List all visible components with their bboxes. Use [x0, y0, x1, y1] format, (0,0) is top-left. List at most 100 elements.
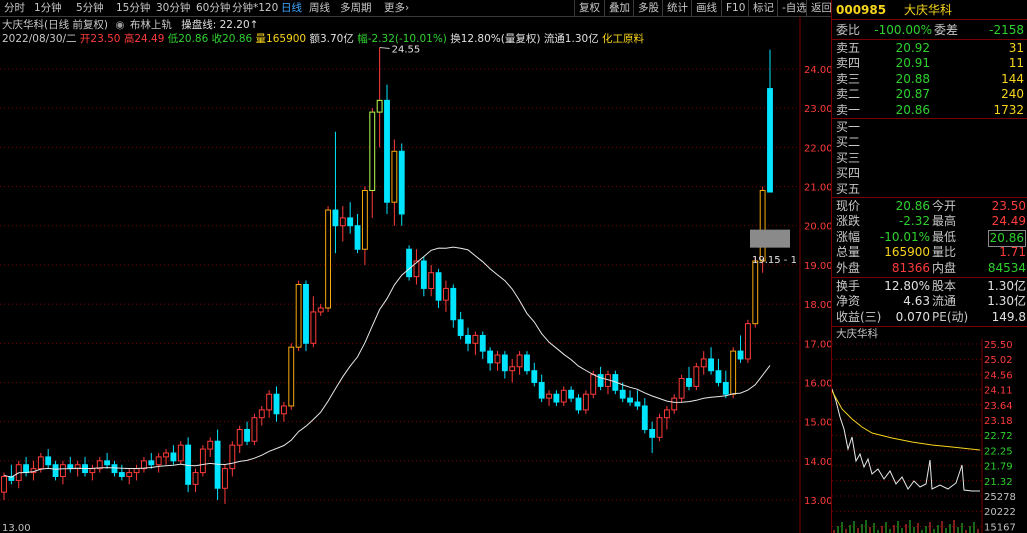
- intraday-mini-chart[interactable]: 25.50 25.02 24.56 24.11 23.64 23.18 22.72 22.25…: [832, 339, 1027, 533]
- candle-body: [118, 472, 125, 477]
- ask-row[interactable]: 卖二 20.87 240: [832, 87, 1027, 102]
- candle-body: [442, 287, 449, 301]
- candle-body: [266, 393, 273, 411]
- period-tab-10[interactable]: 更多›: [384, 1, 409, 15]
- mini-avg-line: [832, 390, 981, 451]
- candle-body: [406, 248, 413, 278]
- stat-label: 最高: [932, 214, 957, 229]
- ask-price: 20.87: [895, 87, 930, 102]
- period-tab-7[interactable]: 日线: [281, 1, 302, 15]
- candle-body: [398, 150, 405, 215]
- kline-chart-area[interactable]: 大庆华科(日线 前复权) ◉ 布林上轨 操盘线: 22.20↑ 2022/08/…: [0, 17, 831, 533]
- period-tab-4[interactable]: 30分钟: [156, 1, 190, 15]
- toolbar-button-2[interactable]: 多股: [633, 0, 663, 16]
- ask-row[interactable]: 卖一 20.86 1732: [832, 103, 1027, 118]
- stat-label: 涨幅: [836, 229, 861, 244]
- weicha-label: 委差: [934, 23, 959, 37]
- stat-label: 内盘: [932, 260, 957, 275]
- bid-row[interactable]: 买五: [832, 182, 1027, 197]
- toolbar-button-0[interactable]: 复权: [574, 0, 604, 16]
- ask-row[interactable]: 卖三 20.88 144: [832, 72, 1027, 87]
- period-tab-9[interactable]: 多周期: [340, 1, 372, 15]
- candle-body: [325, 209, 332, 309]
- mini-axis-label: 25.50: [984, 340, 1013, 351]
- stat2-label: 股本: [932, 279, 957, 293]
- stat-label: 量比: [932, 245, 957, 260]
- candle-body: [767, 88, 773, 193]
- mini-axis-label: 22.25: [984, 446, 1013, 457]
- period-tab-8[interactable]: 周线: [309, 1, 330, 15]
- bid-row[interactable]: 买三: [832, 151, 1027, 166]
- candle-body: [465, 334, 471, 344]
- bid-row[interactable]: 买一: [832, 120, 1027, 135]
- bid-label: 买四: [836, 166, 861, 181]
- kline-svg[interactable]: 24.00 23.00 22.00 21.00 20.00 19.00 18.00 17.00…: [0, 17, 831, 533]
- weibi-value: -100.00%: [874, 23, 932, 37]
- stat2-label: 流通: [932, 294, 957, 309]
- mini-axis-label: 24.56: [984, 370, 1013, 381]
- stat2-value: 149.8: [991, 309, 1026, 324]
- candle-body: [744, 323, 751, 360]
- toolbar-button-3[interactable]: 统计: [662, 0, 692, 16]
- weicha-value: -2158: [989, 23, 1024, 37]
- stat-value: -2.32: [898, 214, 930, 229]
- bid-row[interactable]: 买四: [832, 166, 1027, 181]
- mini-axis-label: 23.18: [984, 416, 1013, 427]
- toolbar-button-1[interactable]: 叠加: [604, 0, 634, 16]
- stat-row: 总量 165900 量比 1.71: [832, 245, 1027, 260]
- price-axis-label: 15.00: [804, 418, 831, 429]
- stat-value: 84534: [987, 260, 1026, 275]
- period-tab-6[interactable]: 分钟*120: [232, 1, 278, 15]
- candle-body: [126, 472, 133, 477]
- candle-body: [155, 456, 162, 466]
- candle-body: [627, 397, 633, 403]
- mini-axis-label: 21.32: [984, 477, 1013, 488]
- ask-label: 卖二: [836, 87, 861, 102]
- candle-body: [597, 374, 604, 387]
- bid-label: 买三: [836, 150, 861, 165]
- stat-value: 81366: [891, 260, 930, 275]
- candle-body: [582, 393, 589, 411]
- ask-volume: 240: [1001, 87, 1024, 102]
- weibi-row: 委比 -100.00% 委差 -2158: [832, 21, 1027, 39]
- candle-body: [686, 378, 692, 387]
- price-axis-label: 24.00: [804, 65, 831, 76]
- candle-body: [560, 389, 567, 403]
- candle-body: [708, 358, 715, 372]
- stat2-value: 0.070: [895, 309, 930, 324]
- ask-volume: 31: [1008, 41, 1024, 55]
- price-axis-label: 21.00: [804, 183, 831, 194]
- candle-body: [693, 366, 700, 387]
- stock-code: 000985: [836, 3, 887, 17]
- period-tab-2[interactable]: 5分钟: [76, 1, 104, 15]
- candle-body: [273, 393, 280, 415]
- divider: [832, 19, 1027, 20]
- price-axis-label: 23.00: [804, 104, 831, 115]
- stat-value: 1.71: [999, 245, 1026, 260]
- stat-label: 最低: [932, 229, 957, 244]
- period-tab-3[interactable]: 15分钟: [116, 1, 150, 15]
- stat-row: 涨跌 -2.32 最高 24.49: [832, 214, 1027, 229]
- candle-body: [494, 354, 501, 364]
- toolbar-button-5[interactable]: F10: [721, 0, 749, 16]
- stat-label: 现价: [836, 199, 861, 213]
- candle-body: [52, 464, 59, 477]
- bid-row[interactable]: 买二: [832, 135, 1027, 150]
- candle-body: [619, 389, 626, 399]
- period-tab-1[interactable]: 1分钟: [34, 1, 62, 15]
- toolbar-button-6[interactable]: 标记: [748, 0, 778, 16]
- ask-row[interactable]: 卖四 20.91 11: [832, 56, 1027, 71]
- candle-body: [170, 452, 177, 462]
- price-axis-label: 18.00: [804, 300, 831, 311]
- crosshair-box: [750, 229, 790, 248]
- ask-row[interactable]: 卖五 20.92 31: [832, 41, 1027, 56]
- candle-body: [288, 346, 295, 407]
- quote-panel: 000985 大庆华科 委比 -100.00% 委差 -2158 卖五 20.92…: [831, 0, 1027, 533]
- mini-axis-label: 24.11: [984, 386, 1013, 397]
- toolbar-button-4[interactable]: 画线: [691, 0, 721, 16]
- period-tab-0[interactable]: 分时: [4, 1, 25, 15]
- period-tab-5[interactable]: 60分钟: [196, 1, 230, 15]
- candle-body: [361, 189, 368, 250]
- stock-name: 大庆华科: [904, 3, 953, 17]
- stat-label: 涨跌: [836, 214, 861, 229]
